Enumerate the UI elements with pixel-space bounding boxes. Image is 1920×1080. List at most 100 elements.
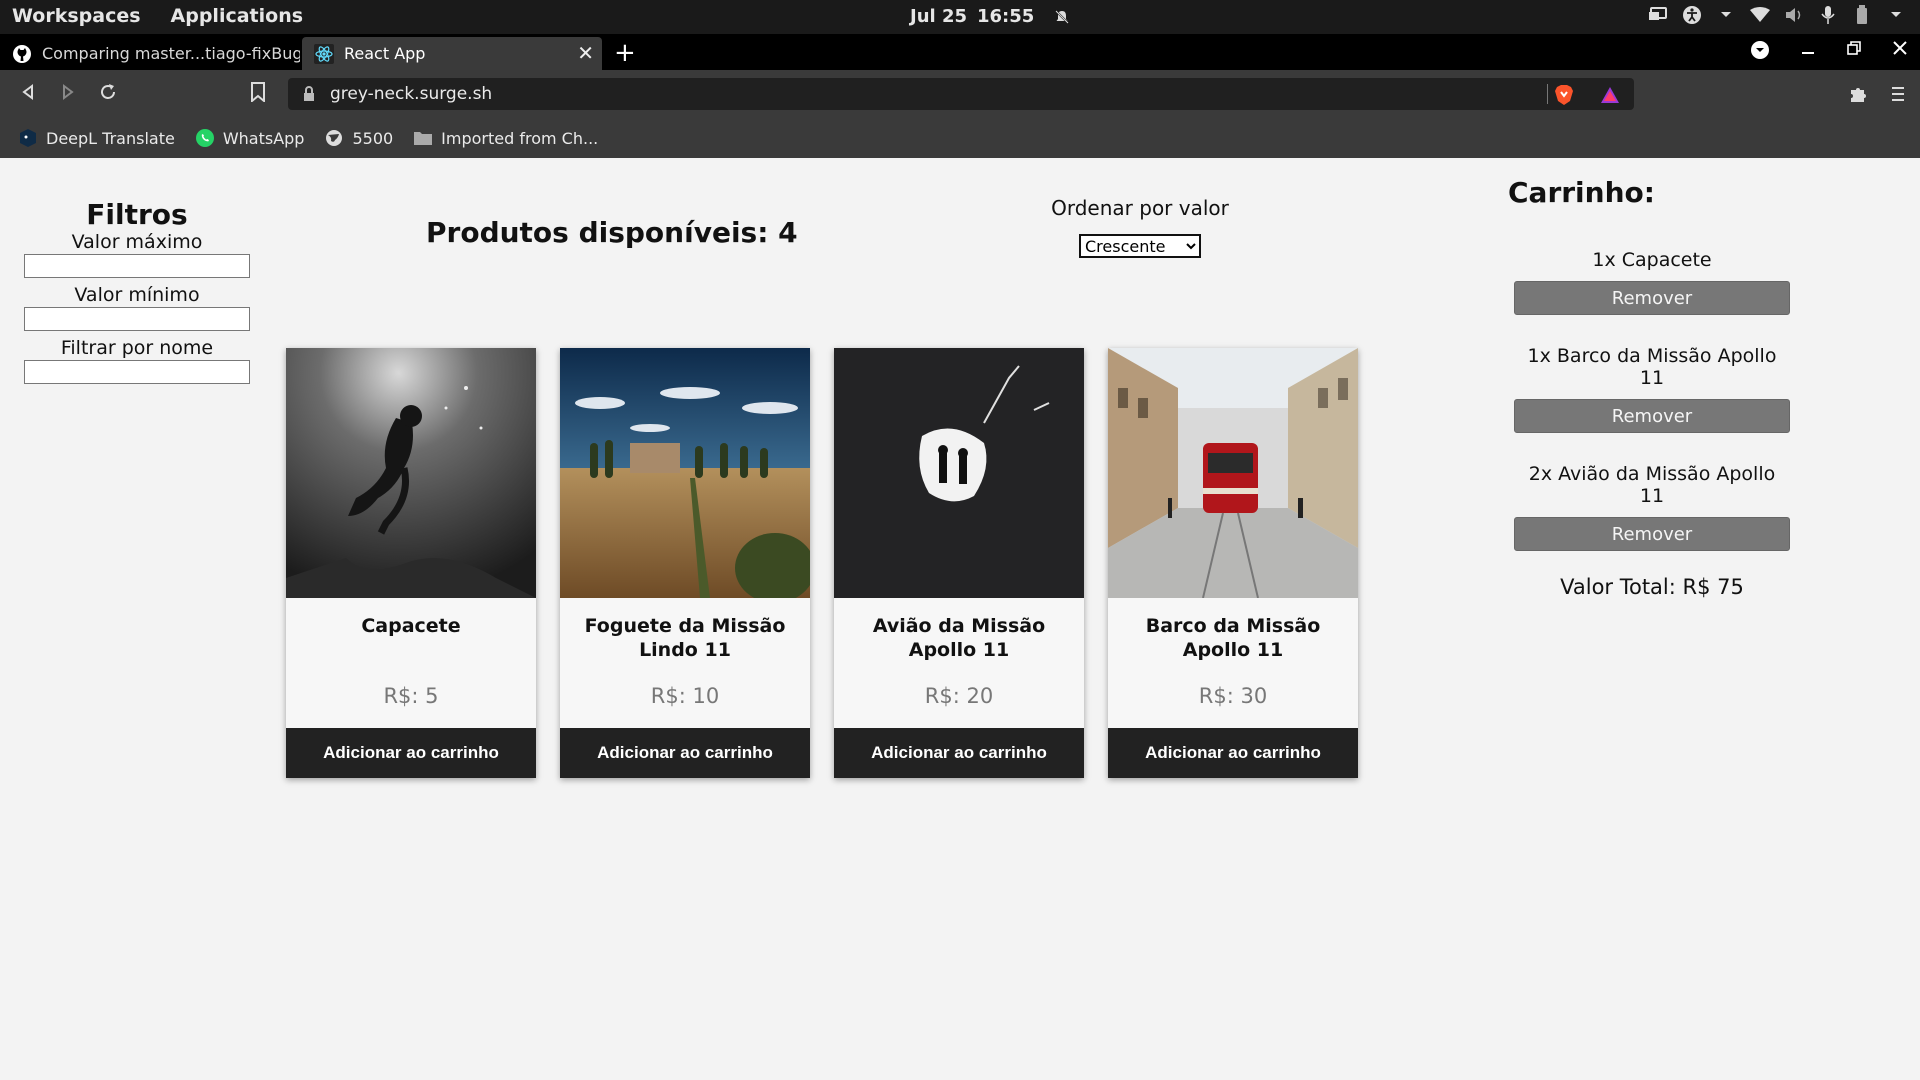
product-card: Foguete da Missão Lindo 11 R$: 10 Adicio… — [560, 348, 810, 778]
url-divider — [1547, 84, 1548, 104]
product-name: Avião da Missão Apollo 11 — [872, 615, 1046, 661]
bookmark-whatsapp-label: WhatsApp — [222, 128, 305, 148]
extensions-icon[interactable] — [1848, 84, 1868, 109]
screen-icon[interactable] — [1648, 5, 1668, 25]
tab-github-title: Comparing master...tiago-fixBug · f — [42, 44, 300, 63]
forward-icon[interactable] — [56, 82, 80, 106]
cart-total: Valor Total: R$ 75 — [1560, 575, 1744, 599]
product-price: R$: 30 — [1198, 684, 1268, 708]
cart-panel: Carrinho: 1x Capacete Remover 1x Barco d… — [1508, 176, 1790, 599]
remove-button[interactable]: Remover — [1514, 281, 1790, 315]
max-value-label: Valor máximo — [71, 231, 203, 253]
product-image-cave — [834, 348, 1084, 598]
github-icon — [12, 44, 32, 64]
page-content: Filtros Valor máximo Valor mínimo Filtra… — [0, 158, 1920, 1080]
browser-toolbar: grey-neck.surge.sh — [0, 70, 1920, 118]
remove-button[interactable]: Remover — [1514, 399, 1790, 433]
cart-item: 2x Avião da Missão Apollo 11 Remover — [1514, 463, 1790, 551]
tab-react-title: React App — [344, 44, 426, 63]
sort-label: Ordenar por valor — [1051, 196, 1229, 220]
bookmark-whatsapp[interactable]: WhatsApp — [195, 128, 305, 148]
whatsapp-icon — [195, 128, 215, 148]
time-label: 16:55 — [977, 6, 1035, 27]
name-filter-label: Filtrar por nome — [60, 337, 214, 359]
max-value-input[interactable] — [24, 254, 250, 278]
product-price: R$: 20 — [924, 684, 994, 708]
bookmark-icon[interactable] — [246, 82, 270, 106]
close-window-icon[interactable] — [1892, 40, 1908, 65]
back-icon[interactable] — [16, 82, 40, 106]
menu-icon[interactable] — [1890, 84, 1906, 109]
close-tab-icon[interactable]: ✕ — [577, 41, 594, 65]
min-value-label: Valor mínimo — [74, 284, 200, 306]
bookmark-deepl-label: DeepL Translate — [46, 128, 175, 148]
notifications-muted-icon — [1052, 7, 1072, 27]
react-icon — [314, 43, 334, 64]
min-value-input[interactable] — [24, 307, 250, 331]
product-name: Foguete da Missão Lindo 11 — [584, 615, 786, 661]
product-price: R$: 10 — [650, 684, 720, 708]
battery-icon[interactable] — [1852, 5, 1872, 25]
date-label: Jul 25 — [910, 6, 967, 27]
brave-shield-icon[interactable] — [1554, 84, 1574, 111]
new-tab-button[interactable]: + — [614, 38, 636, 68]
filters-title: Filtros — [86, 198, 188, 231]
product-price: R$: 5 — [383, 684, 439, 708]
product-grid: Capacete R$: 5 Adicionar ao carrinho Fog… — [286, 348, 1358, 778]
remove-button[interactable]: Remover — [1514, 517, 1790, 551]
product-image-underwater — [286, 348, 536, 598]
product-card: Avião da Missão Apollo 11 R$: 20 Adicion… — [834, 348, 1084, 778]
product-card: Capacete R$: 5 Adicionar ao carrinho — [286, 348, 536, 778]
globe-icon — [324, 128, 344, 148]
sort-select[interactable]: Crescente — [1079, 234, 1201, 258]
tab-github[interactable]: Comparing master...tiago-fixBug · f — [0, 37, 300, 70]
minimize-icon[interactable] — [1800, 40, 1816, 65]
restore-icon[interactable] — [1846, 40, 1862, 65]
tab-react-app[interactable]: React App ✕ — [302, 37, 602, 70]
product-image-field — [560, 348, 810, 598]
filters-panel: Filtros Valor máximo Valor mínimo Filtra… — [24, 198, 250, 384]
product-name: Capacete — [361, 615, 461, 637]
chevron-down-icon[interactable] — [1716, 5, 1736, 25]
bookmark-5500-label: 5500 — [352, 128, 394, 148]
add-to-cart-button[interactable]: Adicionar ao carrinho — [1108, 728, 1358, 778]
bookmarks-bar: DeepL Translate WhatsApp 5500 Imported f… — [0, 118, 1920, 158]
add-to-cart-button[interactable]: Adicionar ao carrinho — [286, 728, 536, 778]
deepl-icon — [18, 128, 38, 148]
lock-icon — [302, 86, 316, 102]
product-card: Barco da Missão Apollo 11 R$: 30 Adicion… — [1108, 348, 1358, 778]
product-image-tram — [1108, 348, 1358, 598]
cart-item: 1x Capacete Remover — [1514, 249, 1790, 315]
os-top-bar: Workspaces Applications Jul 25 16:55 — [0, 0, 1920, 34]
product-name: Barco da Missão Apollo 11 — [1145, 615, 1321, 661]
sort-control: Ordenar por valor Crescente — [1040, 196, 1240, 258]
system-menu-chevron-icon[interactable] — [1886, 5, 1906, 25]
reload-icon[interactable] — [96, 82, 120, 106]
applications-menu[interactable]: Applications — [171, 5, 304, 27]
cart-item: 1x Barco da Missão Apollo 11 Remover — [1514, 345, 1790, 433]
brave-rewards-icon[interactable] — [1600, 86, 1620, 109]
tab-strip: Comparing master...tiago-fixBug · f Reac… — [0, 34, 1920, 70]
accessibility-icon[interactable] — [1682, 5, 1702, 25]
clock[interactable]: Jul 25 16:55 — [910, 6, 1072, 27]
cart-item-text: 2x Avião da Missão Apollo 11 — [1528, 463, 1776, 507]
products-count-title: Produtos disponíveis: 4 — [426, 216, 798, 249]
cart-item-text: 1x Barco da Missão Apollo 11 — [1527, 345, 1777, 389]
microphone-icon[interactable] — [1818, 5, 1838, 25]
cart-item-text: 1x Capacete — [1592, 249, 1712, 271]
bookmark-deepl[interactable]: DeepL Translate — [18, 128, 175, 148]
address-bar[interactable]: grey-neck.surge.sh — [288, 78, 1634, 110]
volume-icon[interactable] — [1784, 5, 1804, 25]
cart-title: Carrinho: — [1508, 176, 1655, 209]
url-text: grey-neck.surge.sh — [330, 84, 493, 104]
tab-search-icon[interactable] — [1750, 40, 1770, 65]
add-to-cart-button[interactable]: Adicionar ao carrinho — [560, 728, 810, 778]
bookmark-imported-label: Imported from Ch... — [441, 128, 599, 148]
folder-icon — [413, 128, 433, 148]
bookmark-5500[interactable]: 5500 — [324, 128, 393, 148]
name-filter-input[interactable] — [24, 360, 250, 384]
wifi-icon[interactable] — [1750, 5, 1770, 25]
add-to-cart-button[interactable]: Adicionar ao carrinho — [834, 728, 1084, 778]
workspaces-menu[interactable]: Workspaces — [12, 5, 141, 27]
bookmark-imported-folder[interactable]: Imported from Ch... — [413, 128, 598, 148]
